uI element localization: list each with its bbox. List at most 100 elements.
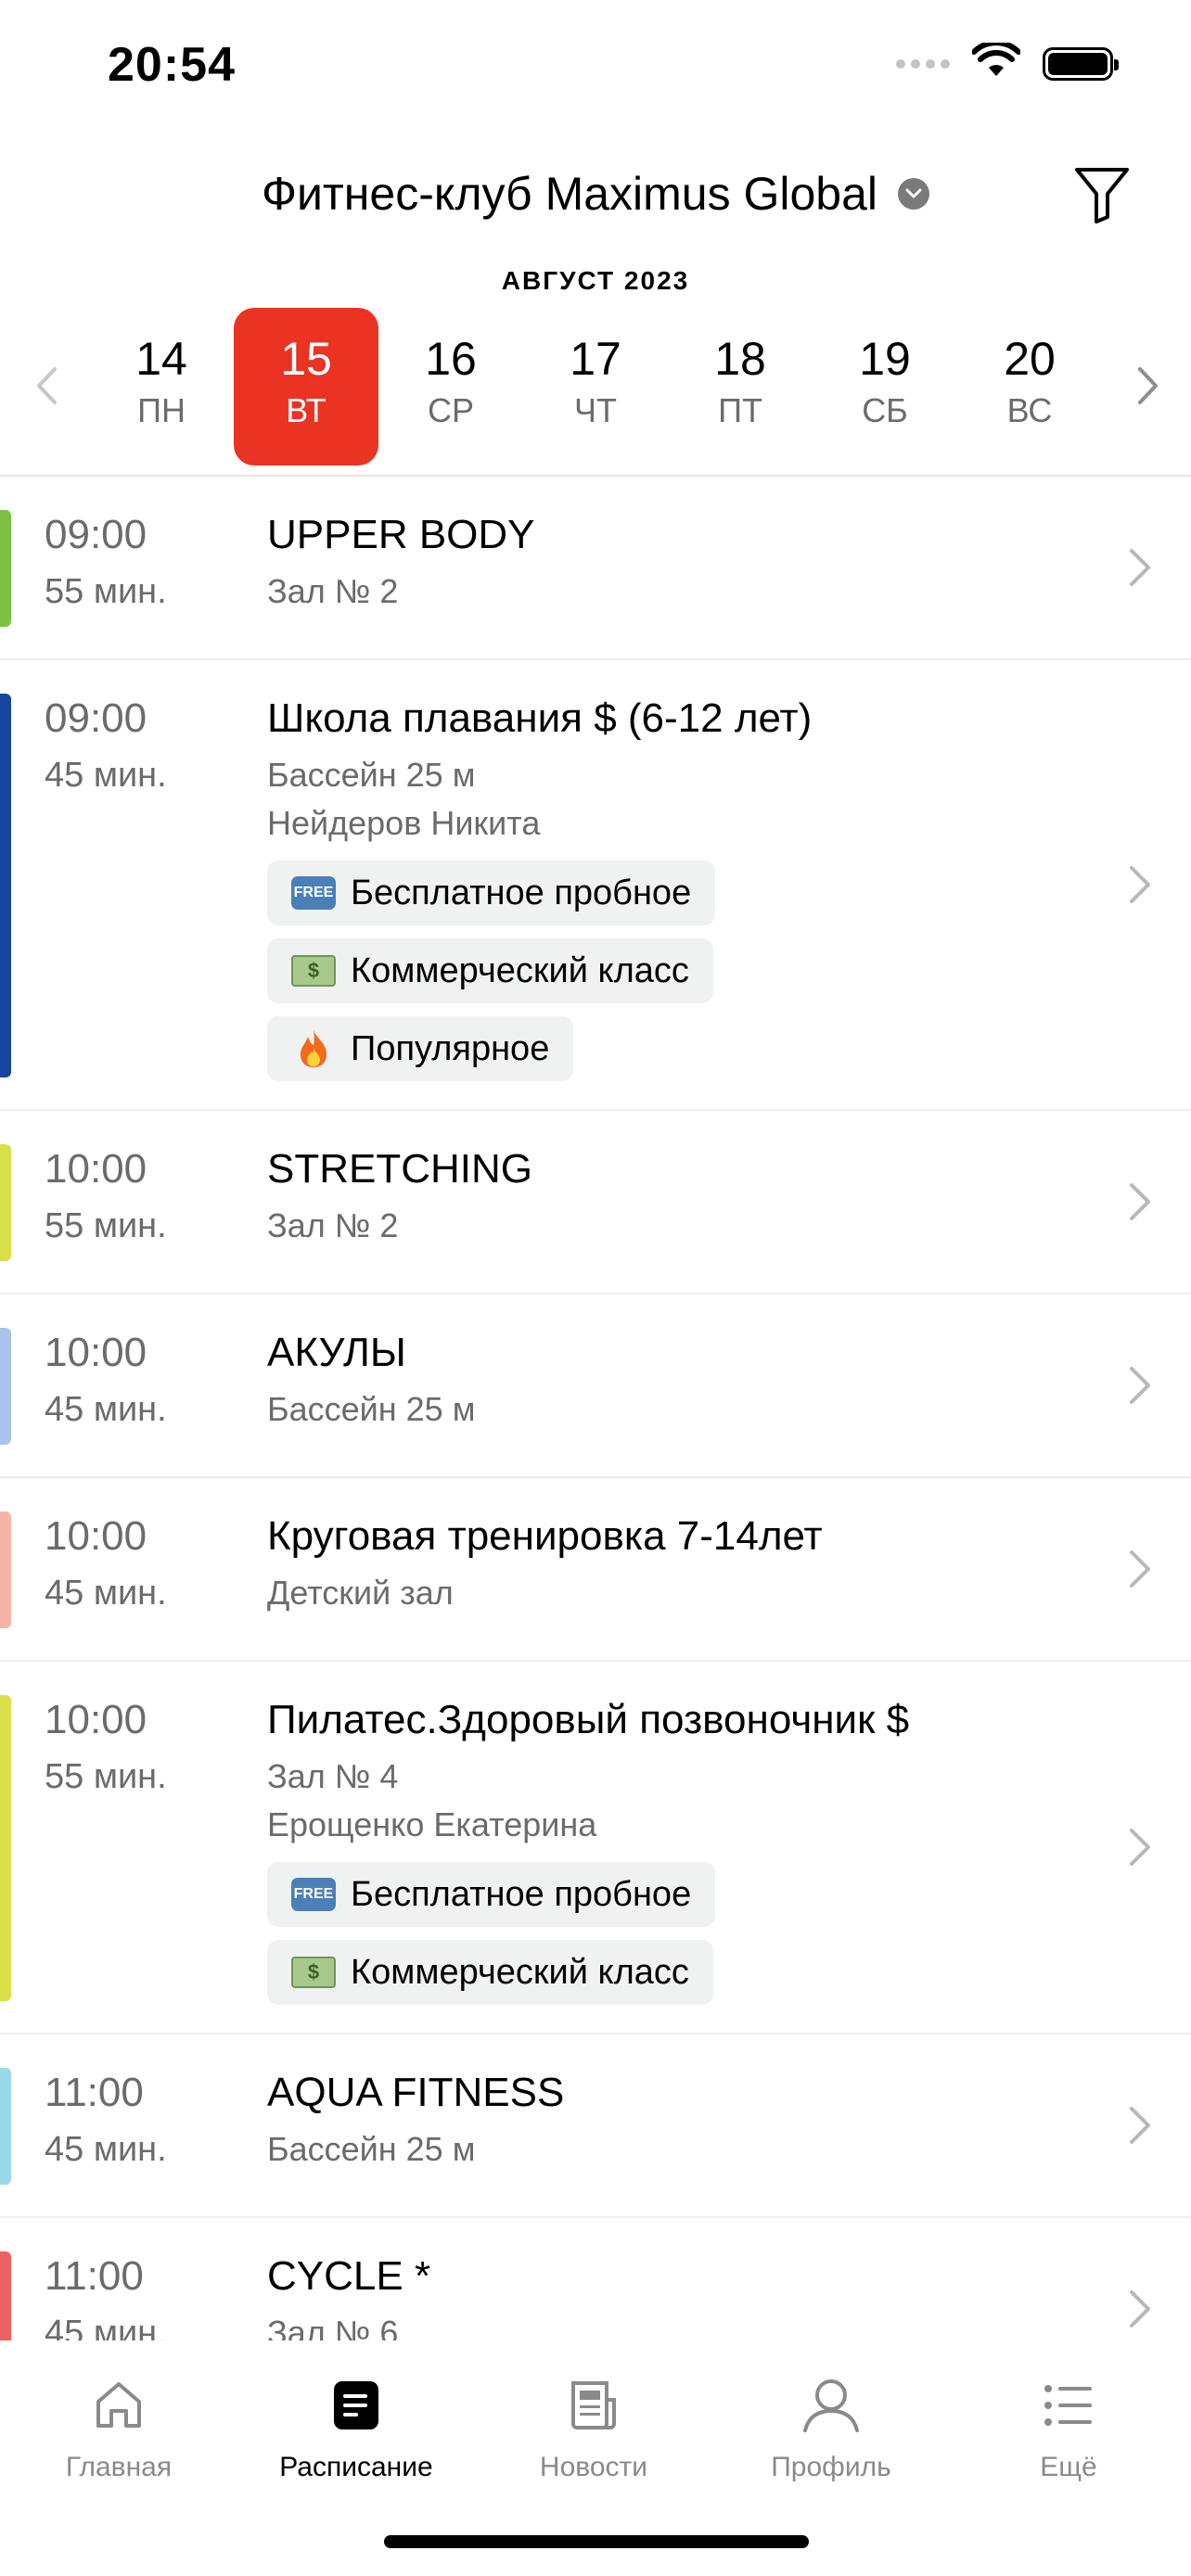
tab-label: Профиль bbox=[771, 2452, 891, 2482]
day-cell[interactable]: 15 ВТ bbox=[234, 308, 378, 465]
more-icon bbox=[967, 2368, 1171, 2442]
class-row[interactable]: 10:00 55 мин. Пилатес.Здоровый позвоночн… bbox=[0, 1662, 1191, 2034]
class-duration: 55 мин. bbox=[45, 1757, 167, 1796]
class-color-bar bbox=[0, 2251, 11, 2340]
class-trainer: Ерощенко Екатерина bbox=[267, 1805, 597, 1843]
tab-label: Новости bbox=[539, 2452, 648, 2482]
tag-popular: Популярное bbox=[267, 1016, 574, 1081]
previous-week-chevron-left-icon[interactable] bbox=[19, 358, 74, 414]
chevron-down-icon bbox=[898, 178, 930, 210]
class-location: Детский зал bbox=[267, 1574, 454, 1612]
day-cell[interactable]: 18 ПТ bbox=[668, 308, 813, 465]
chevron-right-icon bbox=[1130, 2290, 1150, 2327]
week-selector: 14 ПН 15 ВТ 16 СР 17 ЧТ 18 ПТ 19 СБ 20 В… bbox=[0, 308, 1191, 465]
free-icon: FREE bbox=[291, 876, 336, 910]
class-time: 09:00 bbox=[45, 512, 147, 557]
day-number: 20 bbox=[1004, 333, 1056, 385]
tab-more[interactable]: Ещё bbox=[967, 2368, 1171, 2483]
class-time: 11:00 bbox=[45, 2253, 144, 2299]
class-title: Пилатес.Здоровый позвоночник $ bbox=[267, 1697, 910, 1742]
day-cell[interactable]: 17 ЧТ bbox=[523, 308, 668, 465]
schedule-icon bbox=[254, 2368, 458, 2442]
tab-home[interactable]: Главная bbox=[17, 2368, 221, 2483]
class-row[interactable]: 09:00 55 мин. UPPER BODY Зал № 2 bbox=[0, 477, 1191, 660]
tab-schedule[interactable]: Расписание bbox=[254, 2368, 458, 2483]
class-time: 10:00 bbox=[45, 1697, 147, 1742]
day-number: 18 bbox=[714, 333, 766, 385]
class-row[interactable]: 10:00 45 мин. Круговая тренировка 7-14ле… bbox=[0, 1478, 1191, 1662]
class-time: 10:00 bbox=[45, 1146, 147, 1192]
schedule-list: 09:00 55 мин. UPPER BODY Зал № 2 09:00 4… bbox=[0, 477, 1191, 2340]
class-location: Зал № 2 bbox=[267, 572, 399, 610]
class-duration: 45 мин. bbox=[45, 756, 167, 795]
day-name: ЧТ bbox=[574, 391, 617, 429]
profile-icon bbox=[729, 2368, 933, 2442]
news-icon bbox=[492, 2368, 696, 2442]
wifi-icon bbox=[971, 40, 1021, 84]
class-location: Зал № 6 bbox=[267, 2314, 399, 2340]
status-icons bbox=[896, 40, 1119, 84]
tab-label: Расписание bbox=[279, 2452, 433, 2482]
class-row[interactable]: 11:00 45 мин. AQUA FITNESS Бассейн 25 м bbox=[0, 2034, 1191, 2218]
class-location: Зал № 4 bbox=[267, 1757, 399, 1795]
class-color-bar bbox=[0, 1511, 11, 1628]
day-cell[interactable]: 19 СБ bbox=[813, 308, 957, 465]
day-cell[interactable]: 20 ВС bbox=[957, 308, 1102, 465]
filter-icon[interactable] bbox=[1065, 158, 1139, 232]
class-color-bar bbox=[0, 1144, 11, 1261]
class-color-bar bbox=[0, 1328, 11, 1445]
tag-commercial: $ Коммерческий класс bbox=[267, 1940, 713, 2005]
class-row[interactable]: 10:00 45 мин. АКУЛЫ Бассейн 25 м bbox=[0, 1294, 1191, 1478]
money-icon: $ bbox=[291, 955, 336, 987]
club-title: Фитнес-клуб Maximus Global bbox=[261, 168, 878, 220]
class-title: STRETCHING bbox=[267, 1146, 532, 1192]
class-trainer: Нейдеров Никита bbox=[267, 804, 541, 842]
day-name: ПН bbox=[137, 391, 186, 429]
chevron-right-icon bbox=[1130, 1367, 1150, 1404]
day-number: 17 bbox=[570, 333, 621, 385]
tab-label: Ещё bbox=[1040, 2452, 1097, 2482]
tag-label: Бесплатное пробное bbox=[351, 1874, 692, 1914]
class-duration: 55 мин. bbox=[45, 572, 167, 611]
class-row[interactable]: 10:00 55 мин. STRETCHING Зал № 2 bbox=[0, 1111, 1191, 1294]
tag-label: Бесплатное пробное bbox=[351, 873, 692, 912]
home-indicator bbox=[384, 2535, 809, 2548]
day-name: ВС bbox=[1006, 391, 1053, 429]
class-row[interactable]: 09:00 45 мин. Школа плавания $ (6-12 лет… bbox=[0, 660, 1191, 1111]
chevron-right-icon bbox=[1130, 1550, 1150, 1588]
tag-free-trial: FREE Бесплатное пробное bbox=[267, 861, 716, 925]
status-time: 20:54 bbox=[108, 38, 236, 92]
day-name: ПТ bbox=[718, 391, 762, 429]
chevron-right-icon bbox=[1130, 866, 1150, 903]
fire-icon bbox=[291, 1028, 336, 1069]
class-title: CYCLE * bbox=[267, 2253, 431, 2299]
tab-label: Главная bbox=[65, 2452, 173, 2482]
tab-profile[interactable]: Профиль bbox=[729, 2368, 933, 2483]
tag-label: Популярное bbox=[351, 1028, 550, 1068]
home-icon bbox=[17, 2368, 221, 2442]
day-number: 19 bbox=[859, 333, 911, 385]
class-time: 11:00 bbox=[45, 2070, 144, 2115]
money-icon: $ bbox=[291, 1957, 336, 1988]
class-duration: 45 мин. bbox=[45, 2130, 167, 2169]
class-color-bar bbox=[0, 510, 11, 627]
tag-commercial: $ Коммерческий класс bbox=[267, 938, 713, 1003]
class-row[interactable]: 11:00 45 мин. CYCLE * Зал № 6 bbox=[0, 2218, 1191, 2340]
class-title: UPPER BODY bbox=[267, 512, 535, 557]
free-icon: FREE bbox=[291, 1878, 336, 1911]
class-location: Бассейн 25 м bbox=[267, 756, 476, 794]
chevron-right-icon bbox=[1130, 1183, 1150, 1220]
day-name: СБ bbox=[862, 391, 908, 429]
battery-icon bbox=[1043, 46, 1119, 81]
class-color-bar bbox=[0, 694, 11, 1078]
day-number: 15 bbox=[280, 333, 332, 385]
next-week-chevron-right-icon[interactable] bbox=[1121, 358, 1176, 414]
class-title: AQUA FITNESS bbox=[267, 2070, 565, 2115]
club-selector[interactable]: Фитнес-клуб Maximus Global bbox=[0, 167, 1191, 221]
day-cell[interactable]: 16 СР bbox=[378, 308, 523, 465]
day-cell[interactable]: 14 ПН bbox=[89, 308, 234, 465]
class-time: 10:00 bbox=[45, 1513, 147, 1559]
tab-news[interactable]: Новости bbox=[492, 2368, 696, 2483]
day-number: 14 bbox=[135, 333, 187, 385]
tag-label: Коммерческий класс bbox=[351, 1952, 689, 1992]
